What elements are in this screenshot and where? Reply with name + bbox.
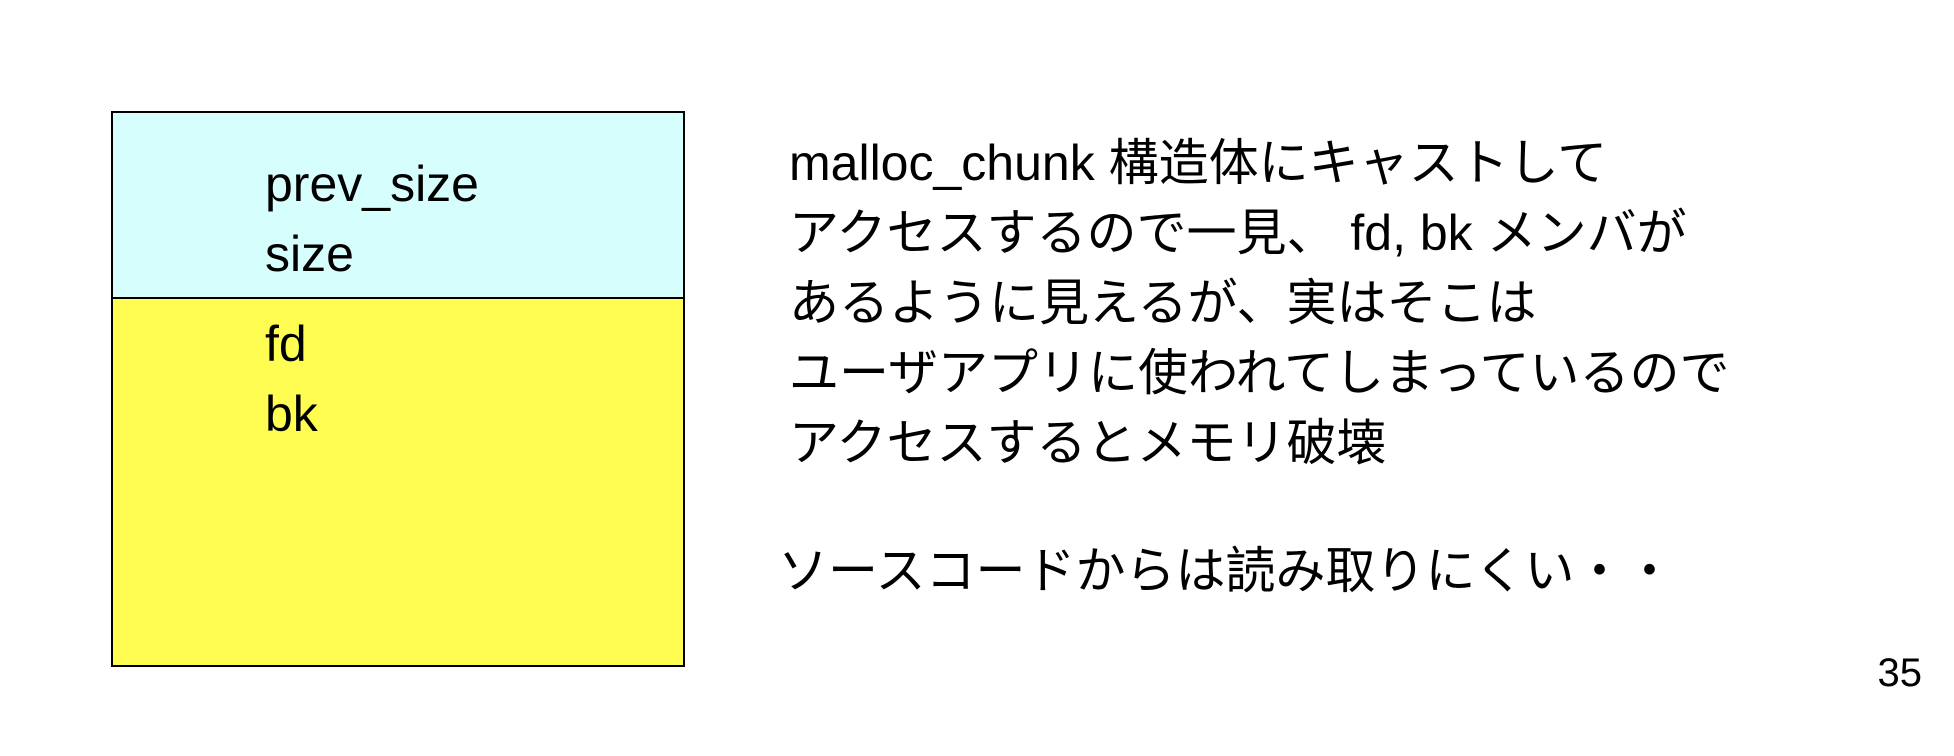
page-number: 35 (1877, 651, 1923, 695)
chunk-user-data-region: fd bk (113, 299, 683, 665)
explanation-line: malloc_chunk 構造体にキャストして (789, 135, 1608, 191)
explanation-line: あるように見えるが、実はそこは (789, 275, 1537, 331)
prev-size-field: prev_size (265, 156, 479, 212)
fd-field: fd (265, 316, 307, 372)
malloc-chunk-diagram: prev_size size fd bk (111, 111, 685, 667)
explanation-paragraph: malloc_chunk 構造体にキャストして アクセスするので一見、 fd, … (789, 128, 1730, 478)
bk-field: bk (265, 386, 318, 442)
chunk-header-region: prev_size size (113, 113, 683, 299)
explanation-line: アクセスするとメモリ破壊 (789, 415, 1387, 471)
explanation-line: アクセスするので一見、 fd, bk メンバが (789, 205, 1687, 261)
size-field: size (265, 226, 354, 282)
note-text: ソースコードからは読み取りにくい・・ (778, 543, 1675, 599)
explanation-line: ユーザアプリに使われてしまっているので (789, 345, 1730, 401)
